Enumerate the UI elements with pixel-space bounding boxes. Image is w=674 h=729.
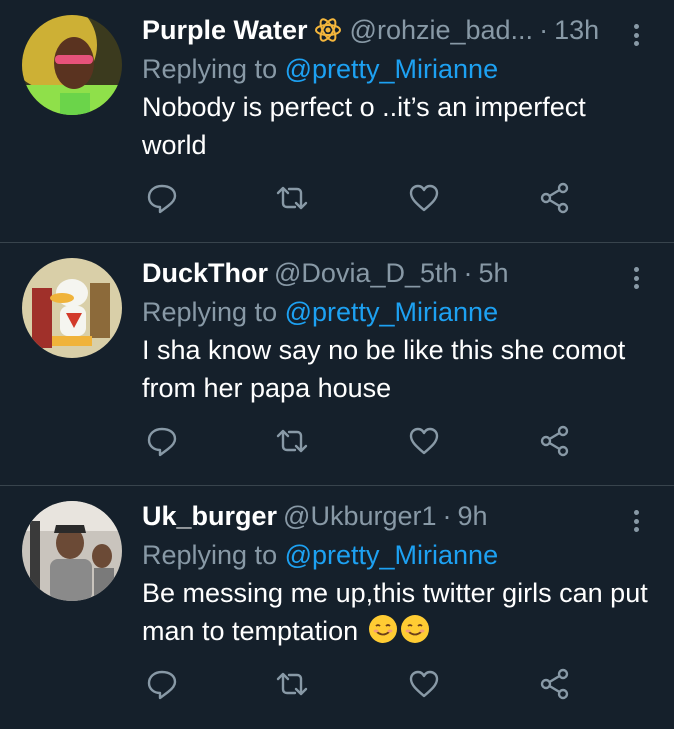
more-vertical-icon[interactable]: [624, 263, 648, 293]
tweet-header: Purple Water @rohzie_bad... · 13h: [142, 10, 654, 50]
heart-icon: [409, 427, 439, 455]
share-icon: [540, 425, 569, 457]
separator-dot: ·: [463, 257, 473, 288]
avatar[interactable]: [22, 15, 122, 115]
smiling-face-icon: [368, 615, 397, 643]
author-name[interactable]: Uk_burger: [142, 501, 277, 532]
reply-icon: [147, 427, 177, 457]
heart-icon: [409, 670, 439, 698]
action-bar: [145, 424, 575, 460]
replying-to-label: Replying to: [142, 297, 285, 327]
author-handle[interactable]: @Dovia_D_5th: [274, 258, 458, 289]
reply-button[interactable]: [145, 181, 179, 215]
share-button[interactable]: [538, 181, 572, 215]
reply-icon: [147, 184, 177, 214]
mention-link[interactable]: @pretty_Mirianne: [285, 54, 499, 84]
share-icon: [540, 668, 569, 700]
tweet-header: DuckThor @Dovia_D_5th · 5h: [142, 253, 654, 293]
retweet-icon: [276, 429, 308, 453]
more-vertical-icon[interactable]: [624, 506, 648, 536]
author-handle[interactable]: @rohzie_bad...: [350, 15, 534, 46]
avatar-image: [22, 501, 122, 601]
mention-link[interactable]: @pretty_Mirianne: [285, 297, 499, 327]
retweet-icon: [276, 186, 308, 210]
replying-to-line: Replying to @pretty_Mirianne: [142, 536, 654, 574]
reply-button[interactable]: [145, 424, 179, 458]
atom-icon: [314, 18, 341, 42]
reply-icon: [147, 670, 177, 700]
mention-link[interactable]: @pretty_Mirianne: [285, 540, 499, 570]
tweet-card[interactable]: Uk_burger @Ukburger1 · 9h Replying to @p…: [0, 486, 674, 729]
retweet-icon: [276, 672, 308, 696]
replying-to-line: Replying to @pretty_Mirianne: [142, 50, 654, 88]
smiling-face-icon: [400, 615, 429, 643]
replies-feed: Purple Water @rohzie_bad... · 13h Replyi…: [0, 0, 674, 729]
like-button[interactable]: [407, 181, 441, 215]
tweet-card[interactable]: DuckThor @Dovia_D_5th · 5h Replying to @…: [0, 243, 674, 486]
replying-to-label: Replying to: [142, 540, 285, 570]
share-button[interactable]: [538, 424, 572, 458]
share-button[interactable]: [538, 667, 572, 701]
retweet-button[interactable]: [275, 181, 309, 215]
tweet-text-container: Be messing me up,this twitter girls can …: [142, 574, 654, 650]
avatar-image: [22, 15, 122, 115]
avatar[interactable]: [22, 501, 122, 601]
timestamp[interactable]: 9h: [458, 501, 488, 532]
author-name[interactable]: DuckThor: [142, 258, 268, 289]
author-handle[interactable]: @Ukburger1: [283, 501, 436, 532]
tweet-text: I sha know say no be like this she comot…: [142, 335, 626, 403]
separator-dot: ·: [539, 14, 549, 45]
like-button[interactable]: [407, 424, 441, 458]
timestamp[interactable]: 5h: [479, 258, 509, 289]
heart-icon: [409, 184, 439, 212]
avatar-image: [22, 258, 122, 358]
action-bar: [145, 667, 575, 703]
action-bar: [145, 181, 575, 217]
retweet-button[interactable]: [275, 667, 309, 701]
tweet-body: Purple Water @rohzie_bad... · 13h Replyi…: [142, 10, 654, 164]
tweet-text: Nobody is perfect o ..it’s an imperfect …: [142, 92, 586, 160]
tweet-card[interactable]: Purple Water @rohzie_bad... · 13h Replyi…: [0, 0, 674, 243]
retweet-button[interactable]: [275, 424, 309, 458]
tweet-header: Uk_burger @Ukburger1 · 9h: [142, 496, 654, 536]
like-button[interactable]: [407, 667, 441, 701]
avatar[interactable]: [22, 258, 122, 358]
reply-button[interactable]: [145, 667, 179, 701]
replying-to-label: Replying to: [142, 54, 285, 84]
author-name[interactable]: Purple Water: [142, 15, 308, 46]
replying-to-line: Replying to @pretty_Mirianne: [142, 293, 654, 331]
more-vertical-icon[interactable]: [624, 20, 648, 50]
tweet-body: Uk_burger @Ukburger1 · 9h Replying to @p…: [142, 496, 654, 650]
tweet-body: DuckThor @Dovia_D_5th · 5h Replying to @…: [142, 253, 654, 407]
share-icon: [540, 182, 569, 214]
separator-dot: ·: [442, 500, 452, 531]
timestamp[interactable]: 13h: [554, 15, 599, 46]
